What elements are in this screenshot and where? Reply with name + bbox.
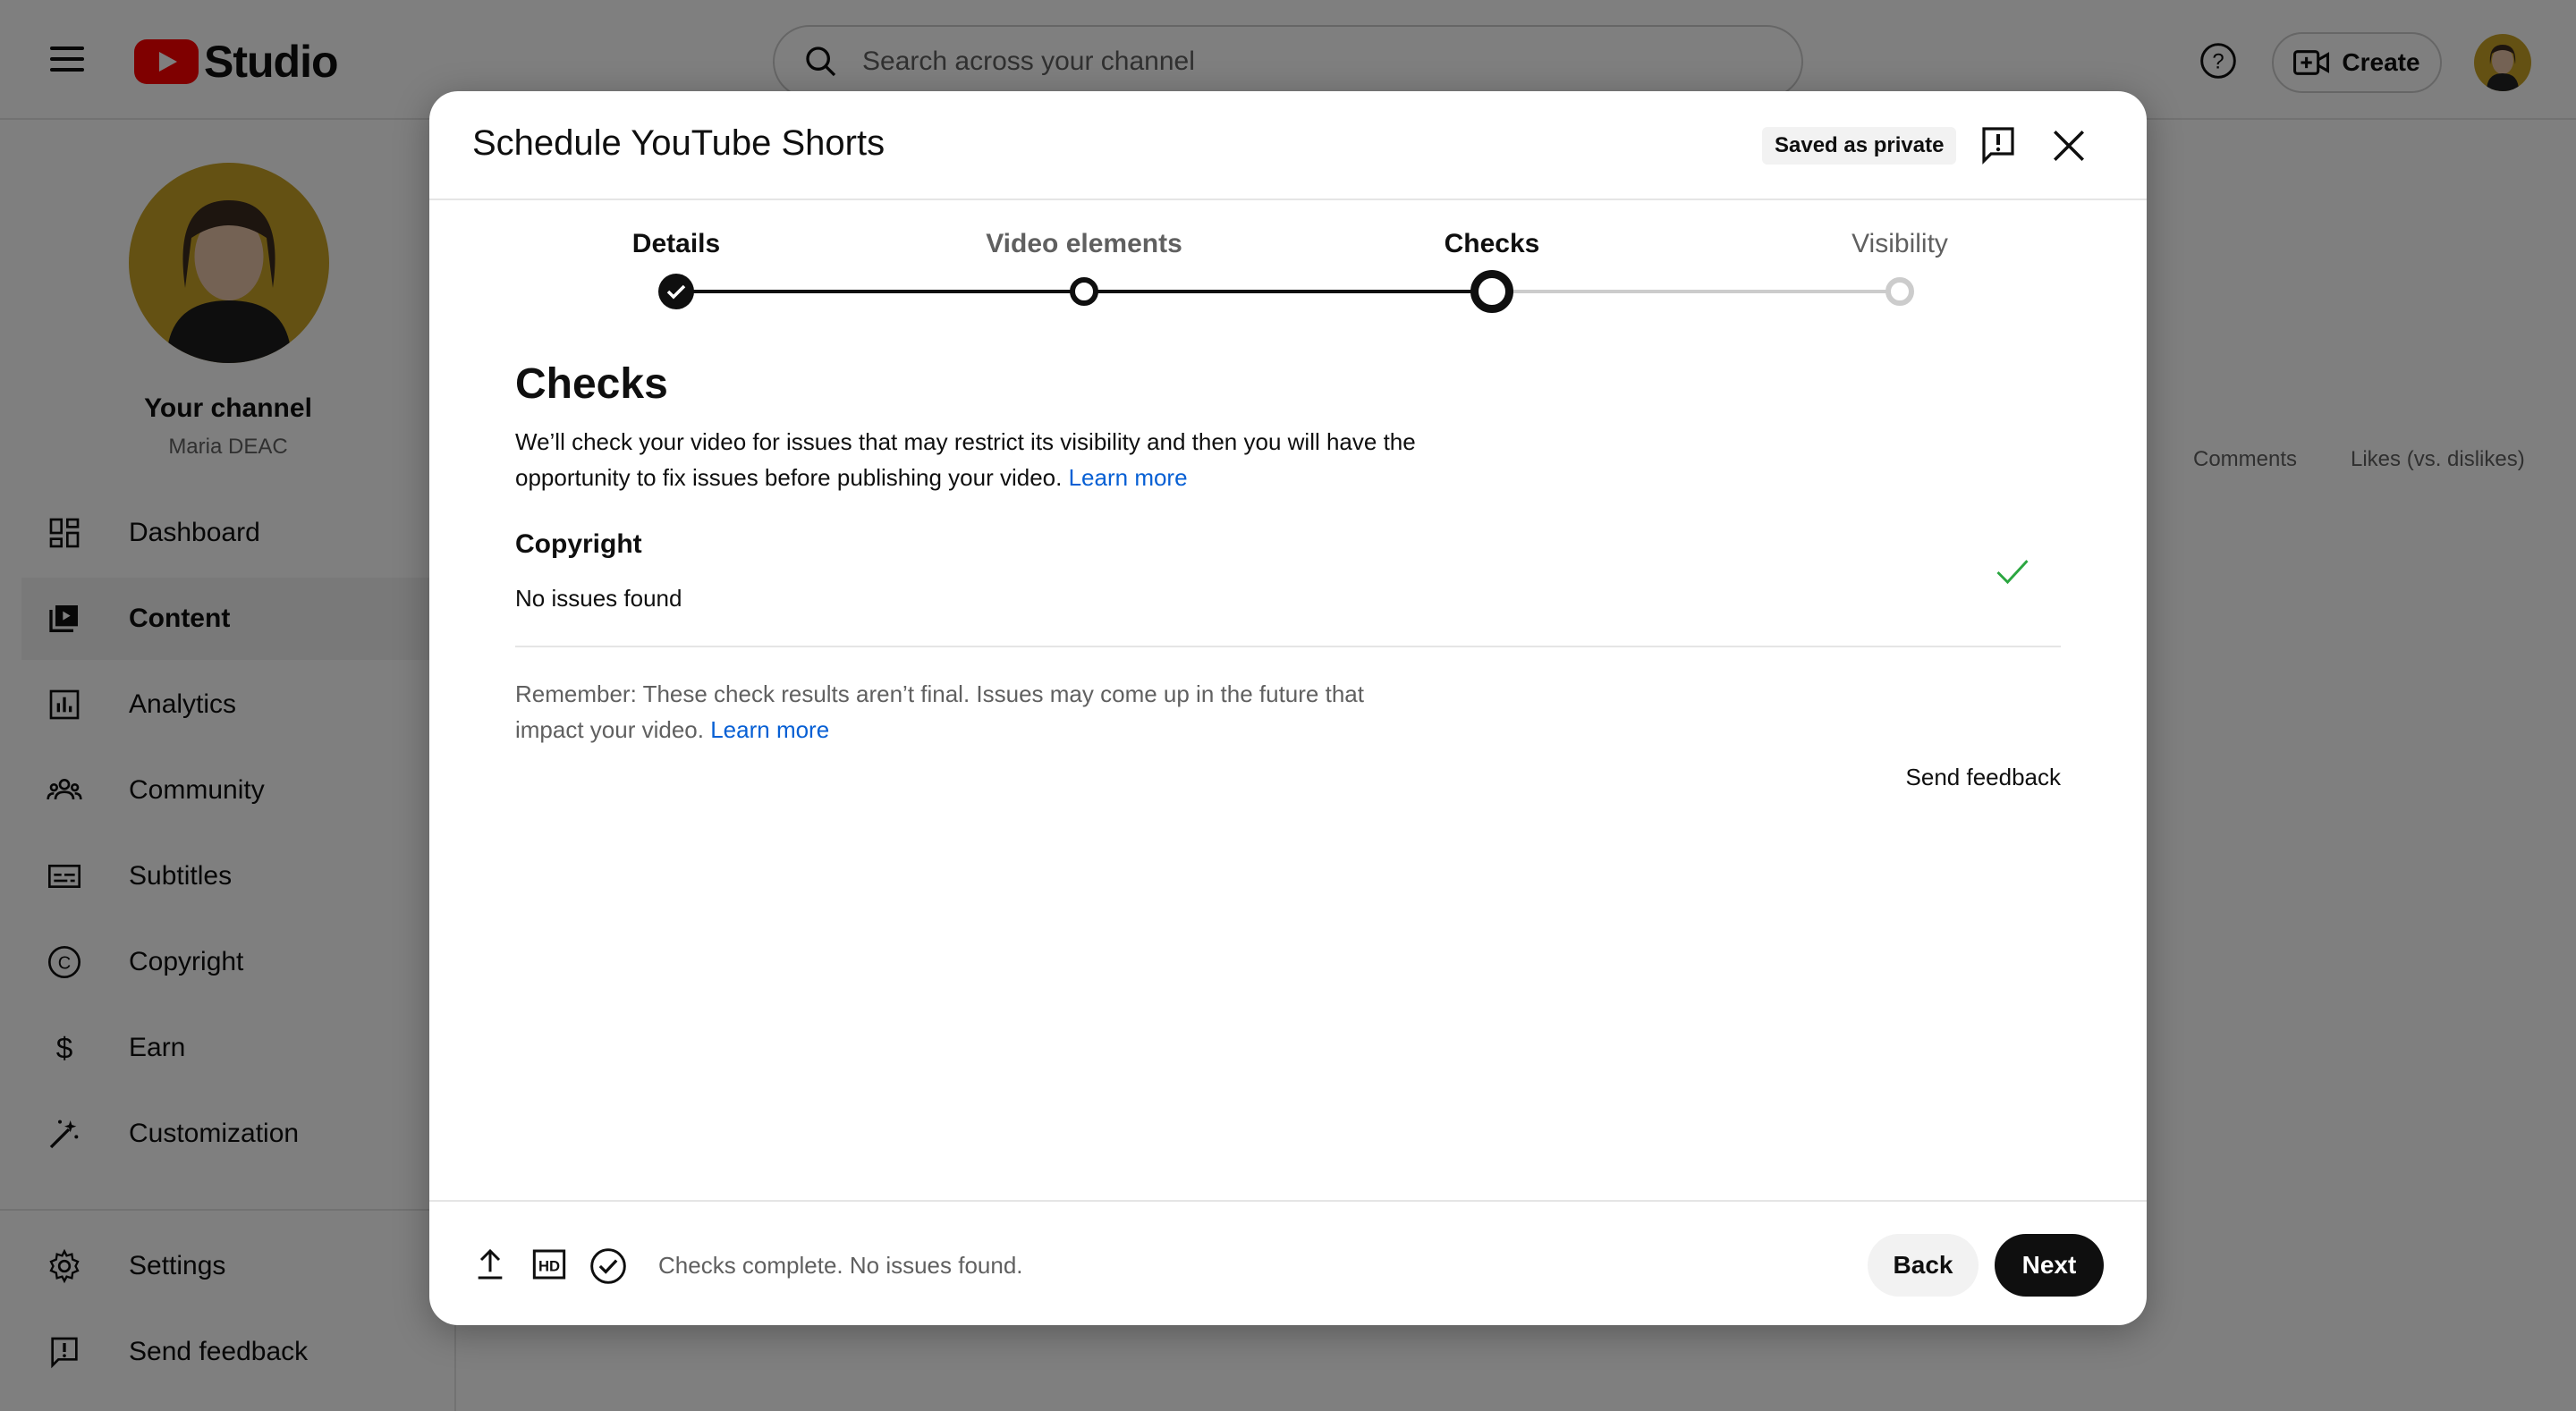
divider <box>515 646 2061 647</box>
send-feedback-link[interactable]: Send feedback <box>1905 764 2061 791</box>
check-icon <box>1993 553 2032 596</box>
checks-description: We’ll check your video for issues that m… <box>515 424 1463 495</box>
footer-status-text: Checks complete. No issues found. <box>658 1252 1023 1279</box>
report-issue-icon[interactable] <box>1977 123 2020 171</box>
close-icon[interactable] <box>2050 127 2088 169</box>
schedule-shorts-dialog: Schedule YouTube Shorts Saved as private… <box>429 91 2147 1325</box>
next-button[interactable]: Next <box>1995 1234 2104 1297</box>
checks-complete-icon[interactable] <box>589 1246 628 1290</box>
dialog-footer: HD Checks complete. No issues found. Bac… <box>429 1200 2147 1325</box>
step-checks-current-node <box>1470 270 1513 313</box>
step-video-elements[interactable]: Video elements <box>950 229 1218 259</box>
step-video-elements-node <box>1070 277 1098 306</box>
step-checks[interactable]: Checks <box>1358 229 1626 259</box>
copyright-check-title: Copyright <box>515 529 642 559</box>
dialog-title: Schedule YouTube Shorts <box>472 123 886 163</box>
step-details-done-icon <box>658 274 694 309</box>
svg-text:HD: HD <box>538 1258 560 1275</box>
learn-more-link[interactable]: Learn more <box>1069 464 1188 491</box>
dialog-header: Schedule YouTube Shorts Saved as private <box>429 91 2147 200</box>
back-button[interactable]: Back <box>1868 1234 1979 1297</box>
copyright-check-status: No issues found <box>515 585 682 612</box>
step-visibility[interactable]: Visibility <box>1766 229 2034 259</box>
upload-stepper: Details Video elements Checks Visibility <box>429 200 2147 334</box>
upload-icon[interactable] <box>472 1246 508 1287</box>
step-details[interactable]: Details <box>542 229 810 259</box>
step-visibility-node <box>1885 277 1914 306</box>
description-text: We’ll check your video for issues that m… <box>515 428 1416 491</box>
hd-icon[interactable]: HD <box>531 1246 567 1287</box>
section-title: Checks <box>515 360 668 408</box>
learn-more-link[interactable]: Learn more <box>710 716 829 743</box>
remember-note: Remember: These check results aren’t fin… <box>515 676 1410 748</box>
remember-text: Remember: These check results aren’t fin… <box>515 680 1364 743</box>
saved-status-badge: Saved as private <box>1762 127 1957 165</box>
stepper-remaining-line <box>1492 290 1900 293</box>
